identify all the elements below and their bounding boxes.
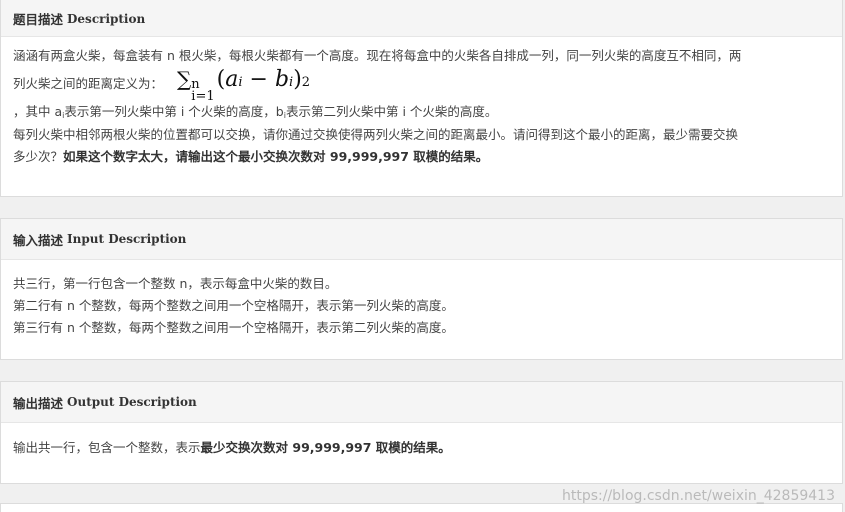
formula-lower-limit: i=1 [191, 88, 215, 104]
output-bold: 最少交换次数对 99,999,997 取模的结果。 [200, 440, 451, 455]
description-panel: 题目描述 Description 涵涵有两盒火柴，每盒装有 n 根火柴，每根火柴… [0, 0, 843, 197]
input-panel: 输入描述 Input Description 共三行，第一行包含一个整数 n，表… [0, 218, 843, 360]
output-header: 输出描述 Output Description [1, 382, 842, 423]
description-title-en: Description [67, 11, 146, 26]
description-line-2: 列火柴之间的距离定义为： [13, 76, 164, 91]
watermark: https://blog.csdn.net/weixin_42859413 [561, 488, 835, 504]
input-title-en: Input Description [67, 232, 187, 246]
formula-minus: − [242, 66, 275, 92]
input-line-1: 共三行，第一行包含一个整数 n，表示每盒中火柴的数目。 [13, 276, 338, 291]
line3-part-c: 表示第二列火柴中第 i 个火柴的高度。 [285, 104, 498, 119]
output-title-en: Output Description [67, 395, 197, 409]
description-header: 题目描述 Description [1, 0, 842, 37]
description-line-5: 多少次？如果这个数字太大，请输出这个最小交换次数对 99,999,997 取模的… [13, 146, 830, 168]
output-body: 输出共一行，包含一个整数，表示最少交换次数对 99,999,997 取模的结果。 [1, 423, 842, 469]
description-body: 涵涵有两盒火柴，每盒装有 n 根火柴，每根火柴都有一个高度。现在将每盒中的火柴各… [1, 37, 842, 178]
formula-sigma: ∑ [177, 66, 192, 91]
line5-bold: 如果这个数字太大，请输出这个最小交换次数对 99,999,997 取模的结果。 [63, 149, 489, 164]
description-line-1: 涵涵有两盒火柴，每盒装有 n 根火柴，每根火柴都有一个高度。现在将每盒中的火柴各… [13, 48, 742, 63]
next-panel-edge [0, 503, 843, 512]
description-formula-row: 列火柴之间的距离定义为： ∑ n i=1 ( ai − bi ) 2 [13, 66, 830, 104]
input-body: 共三行，第一行包含一个整数 n，表示每盒中火柴的数目。 第二行有 n 个整数，每… [1, 260, 842, 349]
output-panel: 输出描述 Output Description 输出共一行，包含一个整数，表示最… [0, 381, 843, 484]
distance-formula: ∑ n i=1 ( ai − bi ) 2 [177, 66, 311, 104]
input-header: 输入描述 Input Description [1, 219, 842, 260]
formula-a: a [225, 66, 239, 92]
line3-part-a: ，其中 a [13, 104, 63, 119]
input-line-3: 第三行有 n 个整数，每两个整数之间用一个空格隔开，表示第二列火柴的高度。 [13, 320, 454, 335]
formula-limits: n i=1 [191, 78, 215, 104]
problem-page: 题目描述 Description 涵涵有两盒火柴，每盒装有 n 根火柴，每根火柴… [0, 0, 845, 512]
line5-normal: 多少次？ [13, 149, 64, 164]
formula-power: 2 [301, 74, 311, 90]
description-line-4: 每列火柴中相邻两根火柴的位置都可以交换，请你通过交换使得两列火柴之间的距离最小。… [13, 127, 739, 142]
input-title-cn: 输入描述 [13, 232, 64, 248]
formula-open-paren: ( [216, 66, 226, 92]
output-normal: 输出共一行，包含一个整数，表示 [13, 440, 201, 455]
output-title-cn: 输出描述 [13, 395, 64, 411]
formula-close-paren: ) [293, 66, 302, 92]
line3-part-b: 表示第一列火柴中第 i 个火柴的高度，b [64, 104, 284, 119]
formula-b: b [274, 66, 290, 92]
input-line-2: 第二行有 n 个整数，每两个整数之间用一个空格隔开，表示第一列火柴的高度。 [13, 298, 454, 313]
description-title-cn: 题目描述 [13, 12, 64, 27]
output-line: 输出共一行，包含一个整数，表示最少交换次数对 99,999,997 取模的结果。 [13, 437, 830, 459]
